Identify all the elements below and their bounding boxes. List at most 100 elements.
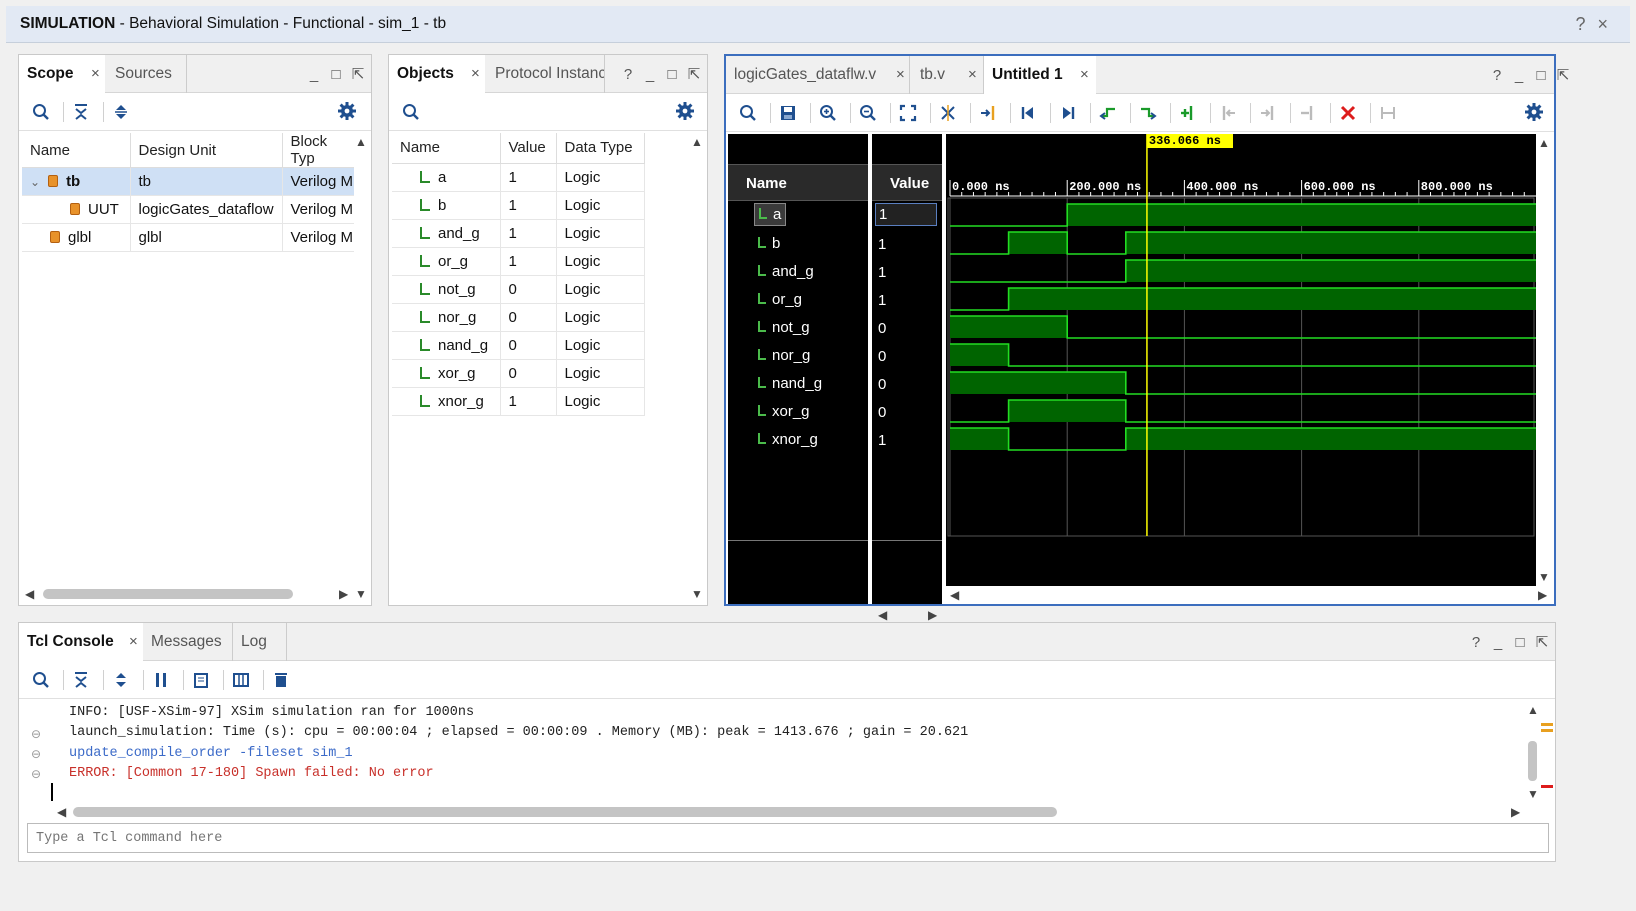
search-icon[interactable] bbox=[27, 99, 55, 125]
tcl-command-input[interactable] bbox=[27, 823, 1549, 853]
zoom-fit-icon[interactable] bbox=[894, 100, 922, 126]
scroll-up-icon[interactable]: ▲ bbox=[1538, 136, 1550, 150]
float-icon[interactable]: ⇱ bbox=[683, 65, 705, 83]
gear-icon[interactable] bbox=[337, 101, 359, 123]
tab-log[interactable]: Log bbox=[233, 623, 287, 661]
scroll-left-icon[interactable]: ◀ bbox=[25, 587, 34, 601]
go-to-end-icon[interactable] bbox=[1054, 100, 1082, 126]
search-icon[interactable] bbox=[734, 100, 762, 126]
next-marker-icon[interactable] bbox=[1254, 100, 1282, 126]
column-header-data-type[interactable]: Data Type bbox=[556, 133, 645, 164]
previous-marker-icon[interactable] bbox=[1214, 100, 1242, 126]
tab-protocol-instances[interactable]: Protocol Instanc bbox=[487, 55, 605, 93]
tab-objects[interactable]: Objects × bbox=[389, 55, 485, 94]
vertical-scrollbar[interactable] bbox=[1528, 741, 1537, 781]
column-header-name[interactable]: Name bbox=[392, 133, 501, 164]
gear-icon[interactable] bbox=[1524, 102, 1546, 124]
go-to-cursor-icon[interactable] bbox=[974, 100, 1002, 126]
scroll-left-icon[interactable]: ◀ bbox=[878, 608, 887, 622]
scroll-left-icon[interactable]: ◀ bbox=[57, 805, 66, 819]
pause-icon[interactable] bbox=[147, 667, 175, 693]
scope-row-tb[interactable]: ⌄ tb tb Verilog M bbox=[22, 167, 354, 196]
scroll-down-icon[interactable]: ▼ bbox=[1538, 570, 1550, 584]
trash-icon[interactable] bbox=[267, 667, 295, 693]
minimize-icon[interactable]: _ bbox=[303, 66, 325, 83]
column-header-value[interactable]: Value bbox=[500, 133, 557, 164]
cursor-time-label[interactable]: 336.066 ns bbox=[1146, 134, 1233, 148]
scroll-up-icon[interactable]: ▲ bbox=[691, 135, 703, 149]
close-icon[interactable]: × bbox=[1597, 14, 1620, 34]
help-icon[interactable]: ? bbox=[1575, 14, 1597, 34]
scroll-down-icon[interactable]: ▼ bbox=[1527, 787, 1539, 801]
search-icon[interactable] bbox=[27, 667, 55, 693]
save-icon[interactable] bbox=[774, 100, 802, 126]
signal-row-nor_g[interactable]: nor_g bbox=[758, 347, 810, 364]
expand-all-icon[interactable] bbox=[107, 667, 135, 693]
previous-transition-icon[interactable] bbox=[1094, 100, 1122, 126]
float-icon[interactable]: ⇱ bbox=[1531, 633, 1553, 651]
tab-sources[interactable]: Sources bbox=[107, 55, 187, 93]
minimize-icon[interactable]: _ bbox=[639, 66, 661, 83]
copy-icon[interactable] bbox=[187, 667, 215, 693]
tab-messages[interactable]: Messages bbox=[143, 623, 233, 661]
close-tab-icon[interactable]: × bbox=[91, 65, 100, 82]
maximize-icon[interactable]: □ bbox=[661, 66, 683, 83]
horizontal-scrollbar[interactable] bbox=[43, 589, 293, 599]
zoom-out-icon[interactable] bbox=[854, 100, 882, 126]
object-row[interactable]: nand_g 0 Logic bbox=[392, 331, 645, 360]
warning-marker[interactable] bbox=[1541, 729, 1553, 732]
scope-row-glbl[interactable]: glbl glbl Verilog M bbox=[22, 223, 354, 252]
maximize-icon[interactable]: □ bbox=[325, 66, 347, 83]
name-column-header[interactable]: Name bbox=[746, 175, 787, 192]
maximize-icon[interactable]: □ bbox=[1530, 67, 1552, 84]
signal-row-or_g[interactable]: or_g bbox=[758, 291, 802, 308]
minimize-icon[interactable]: _ bbox=[1487, 634, 1509, 651]
signal-row-a[interactable]: a bbox=[754, 203, 787, 226]
close-tab-icon[interactable]: × bbox=[471, 65, 480, 82]
column-header-design-unit[interactable]: Design Unit bbox=[130, 133, 283, 168]
object-row[interactable]: a 1 Logic bbox=[392, 163, 645, 192]
delete-marker-icon[interactable] bbox=[1294, 100, 1322, 126]
waveform-area[interactable]: 0.000 ns 200.000 ns 400.000 ns 600.000 ns 80… bbox=[946, 134, 1536, 586]
waveform-canvas[interactable]: 0.000 ns 200.000 ns 400.000 ns 600.000 ns 80… bbox=[946, 134, 1536, 586]
help-icon[interactable]: ? bbox=[1486, 67, 1508, 84]
object-row[interactable]: b 1 Logic bbox=[392, 191, 645, 220]
signal-row-and_g[interactable]: and_g bbox=[758, 263, 814, 280]
next-transition-icon[interactable] bbox=[1134, 100, 1162, 126]
float-icon[interactable]: ⇱ bbox=[1552, 66, 1574, 84]
scroll-right-icon[interactable]: ▶ bbox=[928, 608, 937, 622]
close-tab-icon[interactable]: × bbox=[968, 66, 977, 83]
scroll-left-icon[interactable]: ◀ bbox=[950, 588, 959, 602]
collapse-all-icon[interactable] bbox=[67, 667, 95, 693]
close-tab-icon[interactable]: × bbox=[1080, 66, 1089, 83]
fold-icon[interactable]: ⊖ bbox=[31, 767, 41, 781]
scroll-down-icon[interactable]: ▼ bbox=[355, 587, 367, 601]
gear-icon[interactable] bbox=[675, 101, 697, 123]
scope-row-uut[interactable]: UUT logicGates_dataflow Verilog M bbox=[22, 195, 354, 224]
collapse-all-icon[interactable] bbox=[67, 99, 95, 125]
tab-tb-v[interactable]: tb.v × bbox=[912, 56, 984, 94]
fold-icon[interactable]: ⊖ bbox=[31, 727, 41, 741]
tab-tcl-console[interactable]: Tcl Console × bbox=[19, 623, 143, 662]
zoom-to-cursor-icon[interactable] bbox=[934, 100, 962, 126]
column-header-block-type[interactable]: Block Typ bbox=[282, 133, 354, 168]
warning-marker[interactable] bbox=[1541, 723, 1553, 726]
horizontal-scrollbar[interactable] bbox=[73, 807, 1057, 817]
scroll-up-icon[interactable]: ▲ bbox=[355, 135, 367, 149]
snap-to-transition-icon[interactable] bbox=[1374, 100, 1402, 126]
error-marker[interactable] bbox=[1541, 785, 1553, 788]
object-row[interactable]: and_g 1 Logic bbox=[392, 219, 645, 248]
tab-untitled-1[interactable]: Untitled 1 × bbox=[984, 56, 1096, 95]
object-row[interactable]: not_g 0 Logic bbox=[392, 275, 645, 304]
float-icon[interactable]: ⇱ bbox=[347, 65, 369, 83]
maximize-icon[interactable]: □ bbox=[1509, 634, 1531, 651]
scroll-up-icon[interactable]: ▲ bbox=[1527, 703, 1539, 717]
help-icon[interactable]: ? bbox=[1465, 634, 1487, 651]
scroll-right-icon[interactable]: ▶ bbox=[1538, 588, 1547, 602]
delete-all-markers-icon[interactable] bbox=[1334, 100, 1362, 126]
close-tab-icon[interactable]: × bbox=[129, 633, 138, 650]
object-row[interactable]: or_g 1 Logic bbox=[392, 247, 645, 276]
signal-row-b[interactable]: b bbox=[758, 235, 780, 252]
columns-icon[interactable] bbox=[227, 667, 255, 693]
signal-row-not_g[interactable]: not_g bbox=[758, 319, 810, 336]
